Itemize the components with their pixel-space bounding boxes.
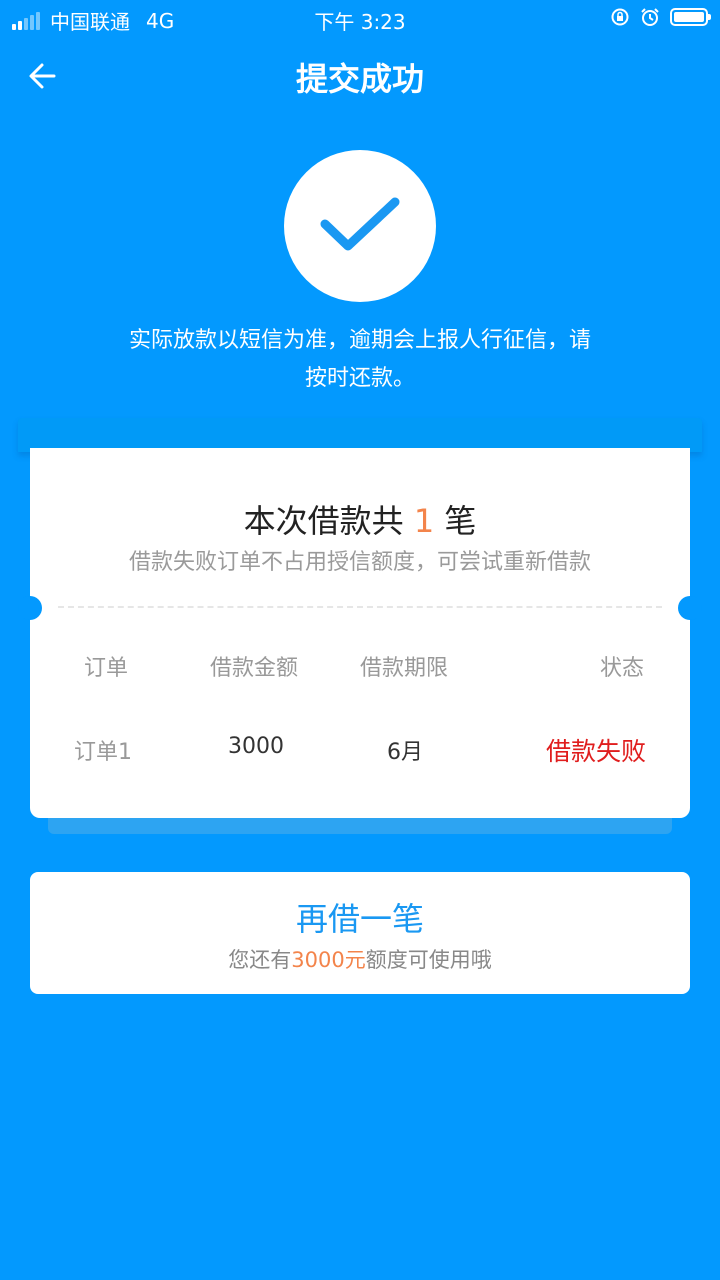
ticket-notch-right — [678, 596, 702, 620]
notice-line-1: 实际放款以短信为准，逾期会上报人行征信，请 — [128, 328, 591, 353]
battery-level — [674, 12, 704, 22]
summary-title: 本次借款共 1 笔 — [30, 496, 690, 542]
summary-title-suffix: 笔 — [444, 502, 477, 540]
summary-subtitle: 借款失败订单不占用授信额度，可尝试重新借款 — [128, 550, 591, 575]
borrow-again-subtitle: 您还有3000元额度可使用哦 — [30, 944, 690, 974]
header-status: 状态 — [600, 656, 645, 681]
battery-icon — [670, 8, 711, 26]
loan-count: 1 — [413, 502, 435, 540]
notice-line-2: 按时还款。 — [304, 366, 415, 391]
borrow-again-label: 再借一笔 — [295, 900, 424, 938]
notice-text: 实际放款以短信为准，逾期会上报人行征信，请 按时还款。 — [100, 322, 620, 398]
header-amount: 借款金额 — [210, 656, 299, 681]
alarm-icon — [641, 8, 659, 26]
status-bar: 中国联通 4G 下午 3:23 — [0, 0, 720, 36]
nav-bar: 提交成功 — [0, 46, 720, 106]
available-amount: 3000元 — [291, 948, 366, 972]
cell-order: 订单1 — [74, 740, 132, 765]
header-term: 借款期限 — [360, 656, 449, 681]
cell-status: 借款失败 — [546, 737, 647, 766]
cell-amount: 3000 — [228, 734, 284, 759]
cell-term: 6月 — [387, 740, 423, 765]
borrow-again-button[interactable]: 再借一笔 您还有3000元额度可使用哦 — [30, 872, 690, 994]
borrow-sub-suffix: 额度可使用哦 — [365, 948, 492, 972]
ticket-slot — [18, 418, 702, 452]
borrow-sub-prefix: 您还有 — [228, 948, 292, 972]
checkmark-icon — [320, 197, 400, 251]
success-badge — [284, 150, 436, 302]
dashed-divider — [58, 606, 662, 608]
rotation-lock-icon — [611, 8, 629, 26]
summary-title-prefix: 本次借款共 — [243, 502, 404, 540]
loan-summary-card: 本次借款共 1 笔 借款失败订单不占用授信额度，可尝试重新借款 订单 借款金额 … — [18, 448, 702, 818]
page-title: 提交成功 — [295, 60, 424, 98]
ticket-notch-left — [18, 596, 42, 620]
header-order: 订单 — [84, 656, 129, 681]
